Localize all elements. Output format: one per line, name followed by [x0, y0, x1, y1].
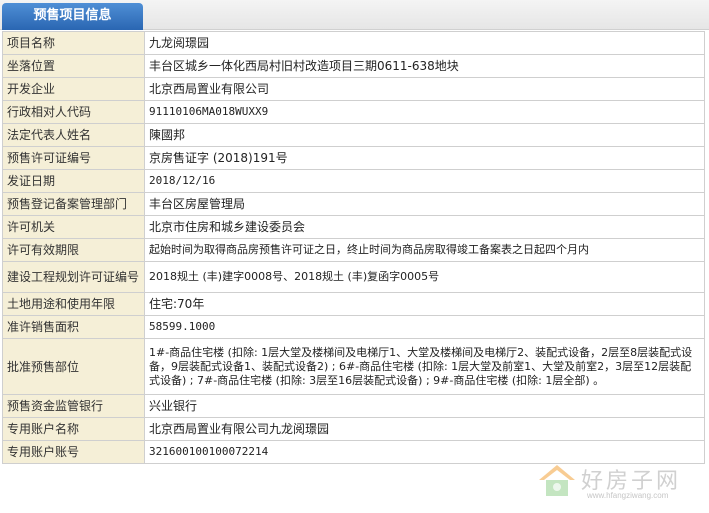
row-label: 专用账户账号 — [2, 440, 145, 464]
row-value: 91110106MA018WUXX9 — [144, 100, 705, 124]
row-value: 丰台区房屋管理局 — [144, 192, 705, 216]
row-value: 丰台区城乡一体化西局村旧村改造项目三期0611-638地块 — [144, 54, 705, 78]
row-label: 发证日期 — [2, 169, 145, 193]
row-value: 起始时间为取得商品房预售许可证之日，终止时间为商品房取得竣工备案表之日起四个月内 — [144, 238, 705, 262]
row-label: 坐落位置 — [2, 54, 145, 78]
row-value: 陳國邦 — [144, 123, 705, 147]
row-label: 项目名称 — [2, 31, 145, 55]
table-row: 预售许可证编号 京房售证字 (2018)191号 — [2, 146, 705, 170]
table-row: 专用账户账号 321600100100072214 — [2, 440, 705, 464]
table-row: 法定代表人姓名 陳國邦 — [2, 123, 705, 147]
row-value: 北京西局置业有限公司 — [144, 77, 705, 101]
row-label: 批准预售部位 — [2, 338, 145, 395]
row-value: 京房售证字 (2018)191号 — [144, 146, 705, 170]
house-icon — [539, 465, 575, 496]
row-value: 58599.1000 — [144, 315, 705, 339]
row-value: 住宅:70年 — [144, 292, 705, 316]
row-value: 321600100100072214 — [144, 440, 705, 464]
row-label: 许可有效期限 — [2, 238, 145, 262]
row-value: 2018规土 (丰)建字0008号、2018规土 (丰)复函字0005号 — [144, 261, 705, 293]
row-value: 北京西局置业有限公司九龙阅璟园 — [144, 417, 705, 441]
table-row: 建设工程规划许可证编号 2018规土 (丰)建字0008号、2018规土 (丰)… — [2, 261, 705, 293]
row-label: 法定代表人姓名 — [2, 123, 145, 147]
row-label: 预售资金监管银行 — [2, 394, 145, 418]
table-row: 项目名称 九龙阅璟园 — [2, 31, 705, 55]
row-label: 许可机关 — [2, 215, 145, 239]
tab-bar: 预售项目信息 — [0, 0, 709, 30]
row-label: 专用账户名称 — [2, 417, 145, 441]
table-row: 准许销售面积 58599.1000 — [2, 315, 705, 339]
tab-presale-info[interactable]: 预售项目信息 — [2, 3, 143, 30]
row-label: 开发企业 — [2, 77, 145, 101]
row-label: 准许销售面积 — [2, 315, 145, 339]
row-value: 九龙阅璟园 — [144, 31, 705, 55]
row-label: 建设工程规划许可证编号 — [2, 261, 145, 293]
table-row: 预售资金监管银行 兴业银行 — [2, 394, 705, 418]
watermark-text: 好房子网 — [581, 469, 682, 494]
table-row: 批准预售部位 1#-商品住宅楼 (扣除: 1层大堂及楼梯间及电梯厅1、大堂及楼梯… — [2, 338, 705, 395]
row-value: 1#-商品住宅楼 (扣除: 1层大堂及楼梯间及电梯厅1、大堂及楼梯间及电梯厅2、… — [144, 338, 705, 395]
table-row: 专用账户名称 北京西局置业有限公司九龙阅璟园 — [2, 417, 705, 441]
row-label: 土地用途和使用年限 — [2, 292, 145, 316]
row-label: 预售登记备案管理部门 — [2, 192, 145, 216]
row-label: 行政相对人代码 — [2, 100, 145, 124]
table-row: 坐落位置 丰台区城乡一体化西局村旧村改造项目三期0611-638地块 — [2, 54, 705, 78]
table-row: 发证日期 2018/12/16 — [2, 169, 705, 193]
watermark-url: www.hfangziwang.com — [587, 491, 669, 500]
presale-info-table: 项目名称 九龙阅璟园 坐落位置 丰台区城乡一体化西局村旧村改造项目三期0611-… — [2, 31, 705, 464]
table-row: 许可有效期限 起始时间为取得商品房预售许可证之日，终止时间为商品房取得竣工备案表… — [2, 238, 705, 262]
row-label: 预售许可证编号 — [2, 146, 145, 170]
watermark-logo: 好房子网 www.hfangziwang.com — [537, 461, 687, 505]
table-row: 预售登记备案管理部门 丰台区房屋管理局 — [2, 192, 705, 216]
table-row: 土地用途和使用年限 住宅:70年 — [2, 292, 705, 316]
table-row: 行政相对人代码 91110106MA018WUXX9 — [2, 100, 705, 124]
row-value: 2018/12/16 — [144, 169, 705, 193]
row-value: 北京市住房和城乡建设委员会 — [144, 215, 705, 239]
table-row: 许可机关 北京市住房和城乡建设委员会 — [2, 215, 705, 239]
row-value: 兴业银行 — [144, 394, 705, 418]
table-row: 开发企业 北京西局置业有限公司 — [2, 77, 705, 101]
